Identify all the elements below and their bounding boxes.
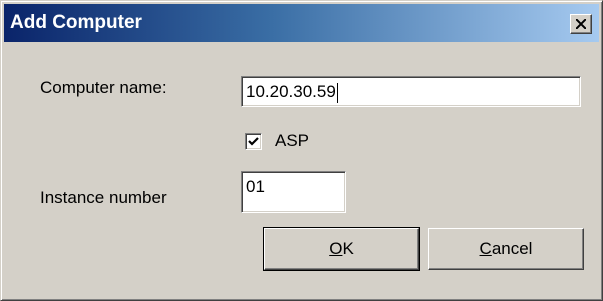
instance-number-value: 01 [246,177,265,196]
asp-checkbox[interactable] [245,133,262,150]
instance-number-input[interactable]: 01 [241,171,346,213]
cancel-button[interactable]: Cancel [428,228,584,270]
close-button[interactable] [570,14,592,34]
text-caret [336,82,338,103]
computer-name-value: 10.20.30.59 [246,82,336,101]
ok-button-label: OK [329,239,354,258]
title-bar[interactable]: Add Computer [4,4,599,42]
dialog-title: Add Computer [10,12,142,33]
instance-number-label: Instance number [40,188,167,207]
cancel-button-label: Cancel [479,239,533,258]
checkmark-icon [248,137,259,146]
add-computer-dialog: Add Computer Computer name: 10.20.30.59 … [0,0,603,301]
close-icon [576,19,586,29]
computer-name-label: Computer name: [40,78,167,97]
asp-label[interactable]: ASP [275,131,309,151]
ok-button[interactable]: OK [263,227,420,271]
computer-name-input[interactable]: 10.20.30.59 [241,76,581,107]
